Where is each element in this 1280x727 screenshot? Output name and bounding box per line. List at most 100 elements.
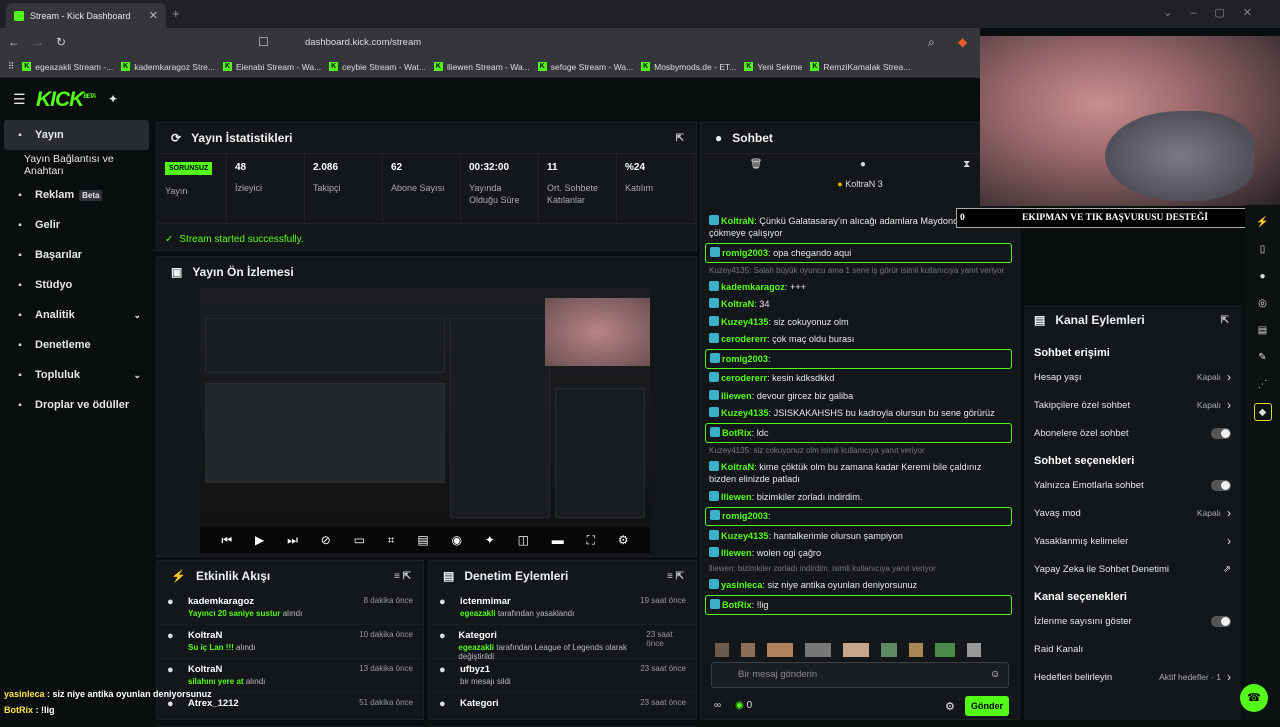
rail-save-icon[interactable]: ▤	[1254, 322, 1272, 340]
moderation-filter-icon[interactable]: ≡ ⇱	[667, 571, 684, 582]
emote[interactable]	[909, 643, 923, 657]
bookmark-item[interactable]: K Eienabi Stream - Wa...	[222, 62, 321, 72]
chevron-right-icon[interactable]: ›	[1227, 670, 1231, 684]
chat-settings-icon[interactable]: ⚙	[945, 700, 955, 713]
rail-share-icon[interactable]: ⋰	[1254, 376, 1272, 394]
bookmark-item[interactable]: Kegeazakli Stream -...	[22, 62, 113, 72]
chat-username[interactable]: lliewen	[721, 391, 752, 401]
chat-username[interactable]: romig2003	[722, 511, 768, 521]
menu-icon[interactable]: ☰	[13, 91, 26, 108]
brave-shield-icon[interactable]: ◆	[958, 35, 967, 49]
bookmark-item[interactable]: K RemziKamalak Strea...	[810, 62, 910, 72]
channel-action-row[interactable]: Yasaklanmış kelimeler ›	[1024, 527, 1241, 555]
sidebar-item-8[interactable]: ▪ Topluluk ⌄	[0, 360, 153, 390]
pip-icon[interactable]: ◫	[518, 533, 529, 547]
forward-icon[interactable]: →	[32, 35, 44, 49]
chat-username[interactable]: Kuzey4135	[721, 317, 769, 327]
emote[interactable]	[843, 643, 869, 657]
chat-username[interactable]: kademkaragoz	[721, 282, 785, 292]
sidebar-item-1[interactable]: Yayın Bağlantısı ve Anahtarı	[0, 150, 153, 180]
crop-icon[interactable]: ⌗	[388, 533, 395, 548]
channel-action-row[interactable]: Hesap yaşı Kapalı ›	[1024, 363, 1241, 391]
trash-icon[interactable]: 🗑	[750, 159, 763, 170]
bookmark-item[interactable]: K Yeni Sekme	[744, 62, 802, 72]
chat-username[interactable]: BotRix	[722, 600, 752, 610]
rail-radio-icon[interactable]: ◎	[1254, 295, 1272, 313]
rail-wrench-icon[interactable]: ✎	[1254, 349, 1272, 367]
emote[interactable]	[715, 643, 729, 657]
browser-tab[interactable]: Stream - Kick Dashboard ✕	[6, 3, 166, 28]
chevron-down-icon[interactable]: ⌄	[133, 310, 141, 321]
chat-username[interactable]: BotRix	[722, 428, 752, 438]
chevron-right-icon[interactable]: ›	[1227, 398, 1231, 412]
sidebar-item-4[interactable]: ▪ Başarılar	[0, 240, 153, 270]
chevron-right-icon[interactable]: ›	[1227, 506, 1231, 520]
bookmark-item[interactable]: Kceybie Stream - Wat...	[329, 62, 426, 72]
kick-logo[interactable]: KICKBETA	[36, 88, 96, 112]
window-controls[interactable]: ⌄–▢✕	[1163, 6, 1270, 19]
bookmark-item[interactable]: Ksefoge Stream - Wa...	[537, 62, 633, 72]
chat-username[interactable]: romig2003	[722, 354, 768, 364]
chat-username[interactable]: Kuzey4135	[721, 408, 769, 418]
channel-action-row[interactable]: Hedefleri belirleyin Aktif hedefler - 1 ›	[1024, 663, 1241, 691]
feed-filter-icon[interactable]: ≡ ⇱	[394, 571, 411, 582]
channel-action-row[interactable]: Yapay Zeka ile Sohbet Denetimi ⇗	[1024, 555, 1241, 583]
chat-username[interactable]: lliewen	[721, 548, 752, 558]
chat-username[interactable]: romig2003	[722, 248, 768, 258]
channel-action-row[interactable]: Yalnızca Emotlarla sohbet	[1024, 471, 1241, 499]
channel-action-row[interactable]: İzlenme sayısını göster	[1024, 607, 1241, 635]
emote[interactable]	[967, 643, 981, 657]
emoji-icon[interactable]: ☺	[990, 669, 1000, 680]
infinity-icon[interactable]: ∞	[714, 700, 721, 711]
bubble-icon[interactable]: ●	[860, 159, 866, 170]
hourglass-icon[interactable]: ⧗	[963, 159, 970, 170]
chevron-right-icon[interactable]: ›	[1227, 534, 1231, 548]
chat-username[interactable]: KoltraN	[721, 462, 754, 472]
rail-chat-icon[interactable]: ●	[1254, 268, 1272, 286]
channel-action-row[interactable]: Yavaş mod Kapalı ›	[1024, 499, 1241, 527]
layout-icon[interactable]: ▤	[417, 533, 428, 547]
pin-icon[interactable]: ✦	[108, 92, 118, 106]
stream-preview-video[interactable]: ⏮ ▶ ⏭ ⊘ ▭ ⌗ ▤ ◉ ✦ ◫ ▬ ⛶ ⚙	[200, 288, 650, 553]
sidebar-item-7[interactable]: ▪ Denetleme	[0, 330, 153, 360]
bookmark-star-icon[interactable]: ☐	[258, 35, 269, 49]
emote[interactable]	[805, 643, 831, 657]
sidebar-item-3[interactable]: ▪ Gelir	[0, 210, 153, 240]
zoom-icon[interactable]: ⌕	[928, 35, 935, 50]
bookmark-item[interactable]: K Mosbymods.de - ET...	[641, 62, 736, 72]
sparkle-icon[interactable]: ✦	[485, 533, 495, 547]
channel-action-row[interactable]: Takipçilere özel sohbet Kapalı ›	[1024, 391, 1241, 419]
chat-username[interactable]: lliewen	[721, 492, 752, 502]
theater-icon[interactable]: ▬	[552, 533, 564, 547]
emote[interactable]	[881, 643, 897, 657]
support-button[interactable]: ☎	[1240, 684, 1268, 712]
camera-icon[interactable]: ▭	[354, 533, 365, 547]
channel-action-row[interactable]: Raid Kanalı	[1024, 635, 1241, 663]
close-tab-icon[interactable]: ✕	[149, 9, 158, 22]
rewind-icon[interactable]: ⏮	[221, 533, 232, 548]
toggle-switch[interactable]	[1211, 615, 1231, 627]
sidebar-item-2[interactable]: ▪ Reklam Beta	[0, 180, 153, 210]
play-icon[interactable]: ▶	[255, 533, 264, 547]
chevron-down-icon[interactable]: ⌄	[133, 370, 141, 381]
chat-username[interactable]: yasinleca	[721, 580, 762, 590]
rail-shield-icon[interactable]: ◆	[1253, 403, 1272, 421]
fullscreen-icon[interactable]: ⛶	[587, 533, 595, 548]
new-tab-icon[interactable]: +	[172, 6, 180, 21]
back-icon[interactable]: ←	[8, 35, 20, 49]
reload-icon[interactable]: ↻	[56, 35, 66, 49]
emote[interactable]	[741, 643, 755, 657]
rail-bolt-icon[interactable]: ⚡	[1254, 214, 1272, 232]
channel-action-row[interactable]: Abonelere özel sohbet	[1024, 419, 1241, 447]
apps-icon[interactable]: ⠿	[8, 61, 14, 72]
sidebar-item-6[interactable]: ▪ Analitik ⌄	[0, 300, 153, 330]
chat-username[interactable]: cerodererr	[721, 334, 767, 344]
sidebar-item-5[interactable]: ▪ Stüdyo	[0, 270, 153, 300]
chat-message-input[interactable]: Bir mesaj gönderin	[711, 662, 1009, 688]
rail-doc-icon[interactable]: ▯	[1254, 241, 1272, 259]
chat-username[interactable]: KoltraN	[721, 216, 754, 226]
sidebar-item-0[interactable]: ▪ Yayın	[4, 120, 149, 150]
toggle-switch[interactable]	[1211, 479, 1231, 491]
send-button[interactable]: Gönder	[965, 696, 1009, 716]
sidebar-item-9[interactable]: ▪ Droplar ve ödüller	[0, 390, 153, 420]
